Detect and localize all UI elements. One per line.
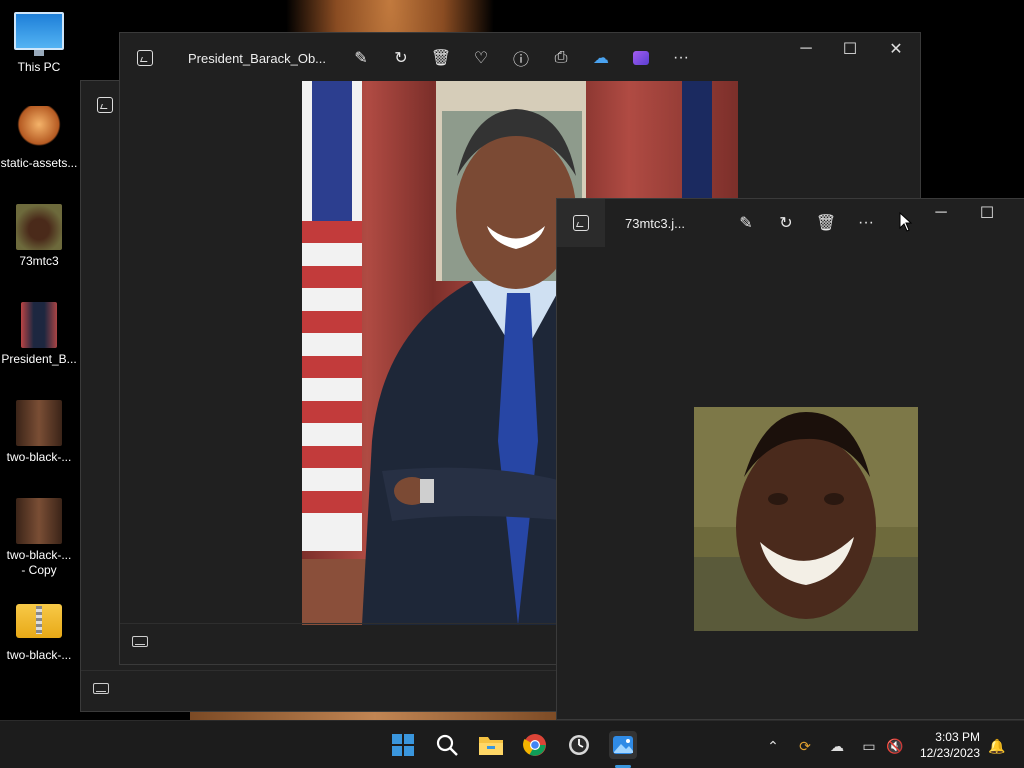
- mouse-cursor-icon: [895, 211, 917, 233]
- desktop-icon-73mtc3[interactable]: 73mtc3: [0, 204, 78, 269]
- desktop-icon-two-black-zip[interactable]: two-black-...: [0, 600, 78, 663]
- close-icon[interactable]: ✕: [886, 39, 906, 59]
- image-thumbnail-icon: [21, 302, 57, 348]
- alarm-clock-icon: [569, 735, 589, 755]
- image-thumbnail-icon: [16, 204, 62, 250]
- monitor-icon: [14, 12, 64, 56]
- delete-icon[interactable]: 🗑: [815, 212, 837, 234]
- notification-bell-icon[interactable]: 🔔: [988, 737, 1006, 755]
- maximize-icon[interactable]: ☐: [977, 203, 997, 223]
- photos-app-icon: [97, 97, 113, 113]
- clipchamp-icon[interactable]: [630, 47, 652, 69]
- desktop-icon-label: 73mtc3: [19, 254, 59, 268]
- desktop-icon-president[interactable]: President_B...: [0, 302, 78, 367]
- clock-time: 3:03 PM: [935, 730, 980, 744]
- more-options-icon[interactable]: ···: [855, 212, 877, 234]
- image-thumbnail-icon: [16, 400, 62, 446]
- search-button[interactable]: [433, 731, 461, 759]
- filmstrip-icon[interactable]: [93, 683, 109, 694]
- window-title: President_Barack_Ob...: [188, 51, 327, 66]
- start-button[interactable]: [389, 731, 417, 759]
- desktop-icon-label: This PC: [17, 60, 61, 74]
- desktop-icon-static-assets[interactable]: static-assets...: [0, 106, 78, 171]
- chrome-button[interactable]: [521, 731, 549, 759]
- photos-app-icon: [573, 215, 589, 231]
- zip-folder-icon: [16, 604, 62, 638]
- favorite-icon[interactable]: ♡: [470, 47, 492, 69]
- filmstrip-icon[interactable]: [132, 636, 148, 647]
- desktop-icon-two-black-copy[interactable]: two-black-... - Copy: [0, 498, 78, 578]
- rotate-icon[interactable]: ↻: [775, 212, 797, 234]
- photos-icon: [613, 736, 633, 754]
- onedrive-off-icon[interactable]: ☁: [828, 737, 846, 755]
- edit-image-icon[interactable]: ✎: [350, 47, 372, 69]
- file-explorer-button[interactable]: [477, 731, 505, 759]
- displayed-photo-73mtc3: [694, 407, 918, 631]
- folder-icon: [479, 737, 503, 755]
- desktop-icon-two-black-1[interactable]: two-black-...: [0, 400, 78, 465]
- info-icon[interactable]: ⓘ: [510, 47, 532, 69]
- chrome-icon: [523, 734, 546, 756]
- image-thumbnail-icon: [16, 498, 62, 544]
- windows-logo-icon: [392, 734, 414, 756]
- photos-app-icon: [137, 50, 153, 66]
- clock-date: 12/23/2023: [919, 746, 980, 760]
- desktop-icon-label: two-black-...: [6, 450, 72, 464]
- desktop-icon-label: President_B...: [1, 352, 77, 366]
- maximize-icon[interactable]: ☐: [840, 39, 860, 59]
- taskbar-clock[interactable]: 3:03 PM 12/23/2023: [920, 729, 980, 761]
- volume-muted-icon[interactable]: 🔇: [886, 737, 904, 755]
- print-icon[interactable]: ⎙: [550, 47, 572, 69]
- search-icon: [436, 734, 458, 756]
- photos-window-73mtc3[interactable]: 73mtc3.j... ✎ ↻ 🗑 ··· ─ ☐: [556, 198, 1024, 720]
- photos-app-button[interactable]: [609, 731, 637, 759]
- desktop-icon-label: static-assets...: [0, 156, 78, 170]
- edit-image-icon[interactable]: ✎: [735, 212, 757, 234]
- network-icon[interactable]: ▭: [860, 737, 878, 755]
- window-bottom-bar: [81, 670, 559, 711]
- character-thumbnail-icon: [16, 106, 62, 152]
- desktop-icon-label: two-black-...: [6, 648, 72, 662]
- sync-icon[interactable]: ⟳: [796, 737, 814, 755]
- onedrive-off-icon[interactable]: ☁: [590, 47, 612, 69]
- desktop-icon-label: two-black-... - Copy: [6, 548, 72, 577]
- clock-app-button[interactable]: [565, 731, 593, 759]
- minimize-icon[interactable]: ─: [931, 203, 951, 223]
- smiling-man-image: [694, 407, 918, 631]
- desktop-icon-this-pc[interactable]: This PC: [0, 10, 78, 75]
- minimize-icon[interactable]: ─: [796, 39, 816, 59]
- delete-icon[interactable]: 🗑: [430, 47, 452, 69]
- rotate-icon[interactable]: ↻: [390, 47, 412, 69]
- window-title: 73mtc3.j...: [625, 216, 685, 231]
- show-hidden-icons-chevron-up-icon[interactable]: ⌃: [764, 737, 782, 755]
- more-options-icon[interactable]: ···: [670, 47, 692, 69]
- taskbar: ⌃ ⟳ ☁ ▭ 🔇 3:03 PM 12/23/2023 🔔: [0, 720, 1024, 768]
